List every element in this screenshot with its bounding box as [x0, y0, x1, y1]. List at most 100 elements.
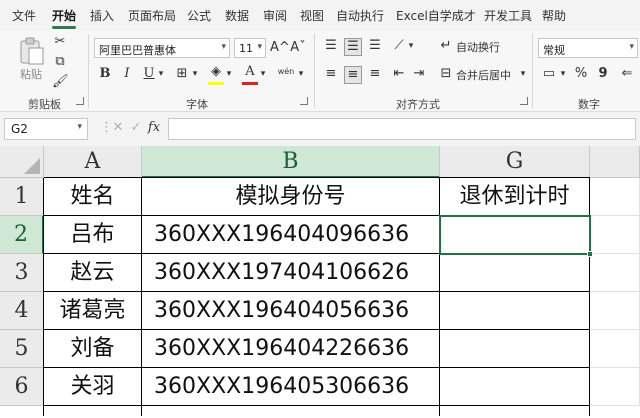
cell-b1[interactable]: 模拟身份号	[142, 178, 440, 216]
row-header-1[interactable]: 1	[0, 178, 44, 216]
tab-excel-self-study[interactable]: Excel自学成才	[396, 7, 476, 24]
tab-help[interactable]: 帮助	[542, 7, 566, 24]
font-size-select[interactable]: 11 ▾	[234, 38, 266, 58]
cell-tail-3[interactable]	[590, 254, 640, 292]
chevron-down-icon[interactable]: ▾	[558, 66, 568, 82]
align-middle-icon[interactable]: ☰	[344, 38, 362, 56]
formula-input[interactable]	[168, 118, 636, 140]
clipboard-launcher-icon[interactable]	[76, 97, 84, 105]
tab-developer[interactable]: 开发工具	[484, 7, 532, 24]
cell-g5[interactable]	[440, 330, 590, 368]
cell-b5[interactable]: 360XXX196404226636	[142, 330, 440, 368]
cell-a5[interactable]: 刘备	[44, 330, 142, 368]
underline-button[interactable]: U	[142, 66, 156, 82]
shrink-font-button[interactable]: Aˇ	[290, 40, 306, 56]
cancel-icon[interactable]: ✕	[110, 120, 126, 136]
select-all-button[interactable]	[0, 146, 44, 178]
cell-b4[interactable]: 360XXX196404056636	[142, 292, 440, 330]
cell-g3[interactable]	[440, 254, 590, 292]
worksheet: A B G 1 姓名 模拟身份号 退休到计时 2 吕布 360XXX196404096636 3 赵云…	[0, 146, 640, 418]
percent-button[interactable]: %	[574, 66, 588, 82]
cell-g1[interactable]: 退休到计时	[440, 178, 590, 216]
grow-font-button[interactable]: A^	[270, 40, 290, 56]
comma-style-button[interactable]: 9	[596, 66, 610, 82]
borders-icon[interactable]: ⊞	[174, 66, 190, 82]
cell-a4[interactable]: 诸葛亮	[44, 292, 142, 330]
tab-review[interactable]: 审阅	[263, 7, 287, 24]
cell-a1[interactable]: 姓名	[44, 178, 142, 216]
merge-center-button[interactable]: ⊟ 合并后居中 ▾	[438, 66, 528, 84]
cell-tail-2[interactable]	[590, 216, 640, 254]
align-right-icon[interactable]: ≡	[366, 66, 384, 82]
row-header-5[interactable]: 5	[0, 330, 44, 368]
more-options-icon: ⋮	[100, 120, 113, 135]
cell-tail-4[interactable]	[590, 292, 640, 330]
cell-b3[interactable]: 360XXX197404106626	[142, 254, 440, 292]
chevron-down-icon[interactable]: ▾	[190, 66, 200, 82]
row-header-4[interactable]: 4	[0, 292, 44, 330]
row-header-2[interactable]: 2	[0, 216, 44, 254]
row-header-3[interactable]: 3	[0, 254, 44, 292]
copy-icon[interactable]: ⧉	[52, 54, 68, 70]
fill-handle[interactable]	[587, 251, 593, 257]
align-top-icon[interactable]: ☰	[322, 38, 340, 54]
table-border	[44, 291, 590, 292]
active-cell-selection	[439, 215, 591, 255]
cell-g4[interactable]	[440, 292, 590, 330]
chevron-down-icon[interactable]: ▾	[406, 38, 416, 54]
cell-g6[interactable]	[440, 368, 590, 406]
column-header-next[interactable]	[590, 146, 640, 178]
font-name-select[interactable]: 阿里巴巴普惠体 ▾	[94, 38, 230, 58]
tab-home[interactable]: 开始	[52, 7, 76, 24]
chevron-down-icon[interactable]: ▾	[224, 66, 234, 82]
phonetic-guide-button[interactable]: wén	[276, 64, 296, 80]
alignment-launcher-icon[interactable]	[520, 97, 528, 105]
cell-tail-6[interactable]	[590, 368, 640, 406]
chevron-down-icon[interactable]: ▾	[258, 66, 268, 82]
insert-function-button[interactable]: fx	[146, 120, 162, 136]
bold-button[interactable]: B	[98, 66, 112, 82]
cut-icon[interactable]: ✂	[52, 34, 68, 50]
cell-b6[interactable]: 360XXX196405306636	[142, 368, 440, 406]
table-border	[589, 178, 590, 416]
cell-a3[interactable]: 赵云	[44, 254, 142, 292]
chevron-down-icon: ▾	[77, 122, 82, 132]
column-header-g[interactable]: G	[440, 146, 590, 178]
cell-tail-1[interactable]	[590, 178, 640, 216]
cell-a6[interactable]: 关羽	[44, 368, 142, 406]
enter-icon[interactable]: ✓	[128, 120, 144, 136]
currency-icon[interactable]: ▭	[540, 66, 558, 82]
tab-insert[interactable]: 插入	[90, 7, 114, 24]
tab-file[interactable]: 文件	[12, 7, 36, 24]
tab-formulas[interactable]: 公式	[187, 7, 211, 24]
row-header-6[interactable]: 6	[0, 368, 44, 406]
align-left-icon[interactable]: ≡	[322, 66, 340, 82]
fill-color-icon[interactable]: ◈	[208, 64, 224, 80]
italic-button[interactable]: I	[120, 66, 134, 82]
column-header-b[interactable]: B	[142, 146, 440, 178]
align-bottom-icon[interactable]: ☰	[366, 38, 384, 54]
font-color-icon[interactable]: A	[242, 64, 258, 80]
increase-indent-icon[interactable]: ⇥	[410, 66, 428, 82]
chevron-down-icon[interactable]: ▾	[296, 66, 306, 82]
name-box[interactable]: G2 ▾	[4, 118, 88, 140]
cell-tail-5[interactable]	[590, 330, 640, 368]
cell-b2[interactable]: 360XXX196404096636	[142, 216, 440, 254]
paste-button[interactable]: 粘贴	[14, 34, 48, 84]
font-launcher-icon[interactable]	[300, 97, 308, 105]
tab-page-layout[interactable]: 页面布局	[128, 7, 176, 24]
increase-decimal-icon[interactable]: ⇐	[618, 66, 636, 82]
column-header-a[interactable]: A	[44, 146, 142, 178]
decrease-indent-icon[interactable]: ⇤	[390, 66, 408, 82]
chevron-down-icon[interactable]: ▾	[156, 66, 166, 82]
align-center-icon[interactable]: ≡	[344, 66, 362, 84]
tab-data[interactable]: 数据	[225, 7, 249, 24]
tab-automate[interactable]: 自动执行	[336, 7, 384, 24]
chevron-down-icon: ▾	[221, 42, 226, 52]
number-format-select[interactable]: 常规 ▾	[538, 38, 638, 58]
table-border	[44, 329, 590, 330]
wrap-text-button[interactable]: ↵ 自动换行	[438, 38, 528, 56]
tab-view[interactable]: 视图	[300, 7, 324, 24]
cell-a2[interactable]: 吕布	[44, 216, 142, 254]
format-painter-icon[interactable]: 🖌	[52, 74, 69, 90]
